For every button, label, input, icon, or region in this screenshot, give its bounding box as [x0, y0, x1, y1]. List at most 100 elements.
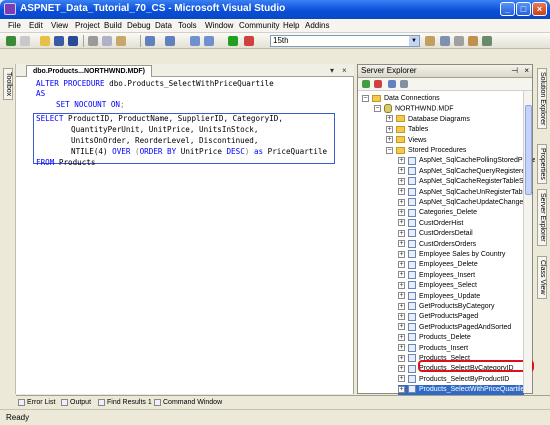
close-button[interactable]: × [532, 2, 547, 16]
expand-icon[interactable]: + [398, 271, 405, 279]
close-icon[interactable]: × [524, 65, 529, 77]
collapse-icon[interactable]: − [374, 105, 381, 113]
tree-node-procedure[interactable]: + GetProductsPagedAndSorted [398, 322, 511, 333]
expand-icon[interactable]: + [398, 385, 405, 393]
properties-tab[interactable]: Properties [537, 144, 547, 184]
tree-node-procedure[interactable]: + Products_Insert [398, 343, 468, 354]
expand-icon[interactable]: + [386, 115, 393, 123]
menu-addins[interactable]: Addins [305, 21, 329, 30]
menu-project[interactable]: Project [75, 21, 100, 30]
tab-output[interactable]: Output [61, 397, 91, 408]
solution-explorer-tab[interactable]: Solution Explorer [537, 68, 547, 130]
collapse-icon[interactable]: − [362, 94, 369, 102]
expand-icon[interactable]: + [398, 167, 405, 175]
menu-debug[interactable]: Debug [127, 21, 151, 30]
start-debugging-icon[interactable] [228, 36, 238, 46]
tree-node-procedure[interactable]: + Products_SelectWithPriceQuartile [398, 385, 525, 396]
copy-icon[interactable] [102, 36, 112, 46]
tree-node-folder[interactable]: + Views [386, 136, 427, 146]
expand-icon[interactable]: + [398, 157, 405, 165]
menu-help[interactable]: Help [283, 21, 299, 30]
refresh-icon[interactable] [362, 80, 370, 88]
cut-icon[interactable] [88, 36, 98, 46]
expand-icon[interactable]: + [398, 261, 405, 269]
connect-to-server-icon[interactable] [400, 80, 408, 88]
new-project-icon[interactable] [6, 36, 16, 46]
expand-icon[interactable]: + [398, 365, 405, 373]
navigate-forward-icon[interactable] [204, 36, 214, 46]
menu-file[interactable]: File [8, 21, 21, 30]
tree-node-procedure[interactable]: + AspNet_SqlCacheUpdateChangeId [398, 198, 529, 208]
tree-node-procedure[interactable]: + Employees_Update [398, 291, 480, 302]
tree-node-procedure[interactable]: + AspNet_SqlCacheQueryRegistered [398, 166, 529, 177]
tree-node-procedure[interactable]: + AspNet_SqlCachePollingStoredProce [398, 156, 536, 166]
tree-node-procedure[interactable]: + Employees_Select [398, 281, 477, 291]
tree-node-procedure[interactable]: + AspNet_SqlCacheRegisterTableStor [398, 177, 532, 187]
navigate-backward-icon[interactable] [190, 36, 200, 46]
chevron-down-icon[interactable]: ▾ [330, 66, 334, 75]
chevron-down-icon[interactable]: ▼ [409, 36, 419, 46]
expand-icon[interactable]: + [398, 344, 405, 352]
tree-node-database[interactable]: − NORTHWND.MDF [374, 104, 454, 114]
expand-icon[interactable]: + [398, 333, 405, 341]
stop-refresh-icon[interactable] [374, 80, 382, 88]
expand-icon[interactable]: + [398, 177, 405, 185]
tree-node-procedure[interactable]: + AspNet_SqlCacheUnRegisterTableS [398, 187, 533, 198]
expand-icon[interactable]: + [398, 250, 405, 258]
tree-node-procedure[interactable]: + CustOrdersOrders [398, 239, 476, 250]
breakpoint-icon[interactable] [244, 36, 254, 46]
scrollbar-thumb[interactable] [525, 105, 532, 195]
tree-node-procedure[interactable]: + Products_Delete [398, 333, 471, 343]
expand-icon[interactable]: + [398, 354, 405, 362]
tree-node-procedure[interactable]: + GetProductsByCategory [398, 302, 494, 312]
menu-community[interactable]: Community [239, 21, 279, 30]
tree-node-folder[interactable]: + Database Diagrams [386, 115, 470, 125]
save-icon[interactable] [54, 36, 64, 46]
vertical-scrollbar[interactable] [523, 91, 532, 393]
maximize-button[interactable]: □ [516, 2, 531, 16]
expand-icon[interactable]: + [398, 281, 405, 289]
expand-icon[interactable]: + [398, 219, 405, 227]
menu-data[interactable]: Data [155, 21, 172, 30]
tree-node-procedure[interactable]: + Products_SelectByProductID [398, 374, 509, 385]
sql-editor[interactable]: ALTER PROCEDURE dbo.Products_SelectWithP… [16, 77, 354, 394]
expand-icon[interactable]: + [398, 209, 405, 217]
menu-tools[interactable]: Tools [178, 21, 197, 30]
menu-build[interactable]: Build [104, 21, 122, 30]
expand-icon[interactable]: + [386, 136, 393, 144]
tab-find-results[interactable]: Find Results 1 [98, 397, 152, 408]
tree-node-data-connections[interactable]: − Data Connections [362, 94, 440, 104]
expand-icon[interactable]: + [398, 302, 405, 310]
start-page-icon[interactable] [482, 36, 492, 46]
connect-to-database-icon[interactable] [388, 80, 396, 88]
tree-node-procedure[interactable]: + Employees_Insert [398, 270, 475, 281]
server-explorer-tab[interactable]: Server Explorer [537, 189, 547, 246]
find-combo[interactable]: 15th ▼ [270, 35, 420, 47]
expand-icon[interactable]: + [398, 313, 405, 321]
expand-icon[interactable]: + [398, 198, 405, 206]
menu-window[interactable]: Window [205, 21, 233, 30]
collapse-icon[interactable]: − [386, 146, 393, 154]
tree-node-folder[interactable]: + Tables [386, 125, 428, 135]
expand-icon[interactable]: + [398, 188, 405, 196]
tab-command-window[interactable]: Command Window [154, 397, 222, 408]
undo-icon[interactable] [145, 36, 155, 46]
add-item-icon[interactable] [20, 36, 30, 46]
solution-explorer-icon[interactable] [440, 36, 450, 46]
expand-icon[interactable]: + [398, 323, 405, 331]
open-file-icon[interactable] [40, 36, 50, 46]
tree-node-stored-procedures[interactable]: − Stored Procedures [386, 146, 466, 156]
minimize-button[interactable]: _ [500, 2, 515, 16]
expand-icon[interactable]: + [398, 229, 405, 237]
expand-icon[interactable]: + [398, 375, 405, 383]
tree-node-procedure[interactable]: + Categories_Delete [398, 208, 477, 218]
class-view-tab[interactable]: Class View [537, 256, 547, 299]
toolbox-tab[interactable]: Toolbox [3, 68, 13, 101]
find-in-files-icon[interactable] [425, 36, 435, 46]
tree-node-procedure[interactable]: + Employee Sales by Country [398, 250, 505, 260]
tab-error-list[interactable]: Error List [18, 397, 55, 408]
expand-icon[interactable]: + [386, 125, 393, 133]
tree-node-procedure[interactable]: + GetProductsPaged [398, 312, 478, 322]
tree-node-procedure[interactable]: + Employees_Delete [398, 260, 478, 270]
paste-icon[interactable] [116, 36, 126, 46]
